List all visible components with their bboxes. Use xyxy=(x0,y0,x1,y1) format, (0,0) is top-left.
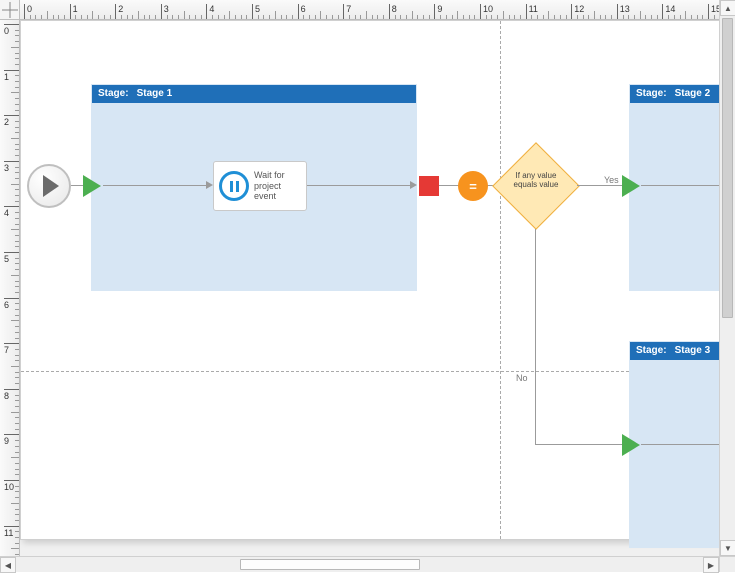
stage-2-prefix: Stage: xyxy=(636,85,667,103)
connector xyxy=(641,444,727,445)
scroll-corner xyxy=(719,556,735,572)
scroll-thumb-h[interactable] xyxy=(240,559,420,570)
operator-glyph: = xyxy=(469,179,477,194)
ruler-h-tick: 2 xyxy=(115,4,123,19)
stage-1-prefix: Stage: xyxy=(98,85,129,103)
pause-circle-icon xyxy=(219,171,249,201)
page-break-vertical xyxy=(500,21,501,539)
wait-label: Wait for project event xyxy=(254,170,301,201)
stage-3-entry-arrow-icon[interactable] xyxy=(622,434,640,456)
stage-1-header[interactable]: Stage: Stage 1 xyxy=(92,85,416,103)
ruler-h-tick: 7 xyxy=(343,4,351,19)
connector xyxy=(641,185,727,186)
scroll-right-button[interactable]: ▶ xyxy=(703,557,719,573)
ruler-h-tick: 9 xyxy=(434,4,442,19)
stage-1-exit[interactable] xyxy=(419,176,439,196)
connector-yes xyxy=(577,185,623,186)
ruler-corner xyxy=(0,0,20,20)
branch-yes-label: Yes xyxy=(604,175,619,185)
scroll-thumb-v[interactable] xyxy=(722,18,733,318)
branch-no-label: No xyxy=(516,373,528,383)
horizontal-scrollbar[interactable]: ◀ ▶ xyxy=(0,556,719,572)
canvas[interactable]: Stage: Stage 1 Stage: Stage 2 Stage: Sta… xyxy=(20,20,719,556)
ruler-h-tick: 0 xyxy=(24,4,32,19)
vertical-scrollbar[interactable]: ▲ ▼ xyxy=(719,0,735,556)
ruler-h-tick: 4 xyxy=(206,4,214,19)
stage-1-entry-arrow-icon[interactable] xyxy=(83,175,101,197)
connector xyxy=(307,185,411,186)
wait-activity[interactable]: Wait for project event xyxy=(213,161,307,211)
stage-2-entry-arrow-icon[interactable] xyxy=(622,175,640,197)
workflow-start[interactable] xyxy=(27,164,71,208)
scroll-up-button[interactable]: ▲ xyxy=(720,0,735,16)
arrowhead-icon xyxy=(410,181,417,189)
stage-3-name: Stage 3 xyxy=(675,342,711,360)
connector xyxy=(103,185,207,186)
scroll-down-button[interactable]: ▼ xyxy=(720,540,735,556)
page[interactable]: Stage: Stage 1 Stage: Stage 2 Stage: Sta… xyxy=(20,20,725,540)
ruler-h-tick: 6 xyxy=(298,4,306,19)
ruler-h-tick: 8 xyxy=(389,4,397,19)
stage-1-name: Stage 1 xyxy=(137,85,173,103)
scroll-left-button[interactable]: ◀ xyxy=(0,557,16,573)
arrowhead-icon xyxy=(206,181,213,189)
connector-no-v xyxy=(535,229,536,445)
ruler-origin-icon xyxy=(0,0,20,20)
equals-operator-icon[interactable]: = xyxy=(458,171,488,201)
ruler-horizontal[interactable]: 0123456789101112131415 xyxy=(20,0,719,20)
ruler-h-tick: 3 xyxy=(161,4,169,19)
ruler-vertical[interactable]: 01234567891011 xyxy=(0,20,20,556)
stage-2-name: Stage 2 xyxy=(675,85,711,103)
play-icon xyxy=(43,175,59,197)
stage-3-prefix: Stage: xyxy=(636,342,667,360)
connector-no-h xyxy=(535,444,623,445)
page-break-horizontal xyxy=(21,371,724,372)
ruler-h-tick: 1 xyxy=(70,4,78,19)
ruler-h-tick: 5 xyxy=(252,4,260,19)
decision-label: If any value equals value xyxy=(507,171,565,189)
